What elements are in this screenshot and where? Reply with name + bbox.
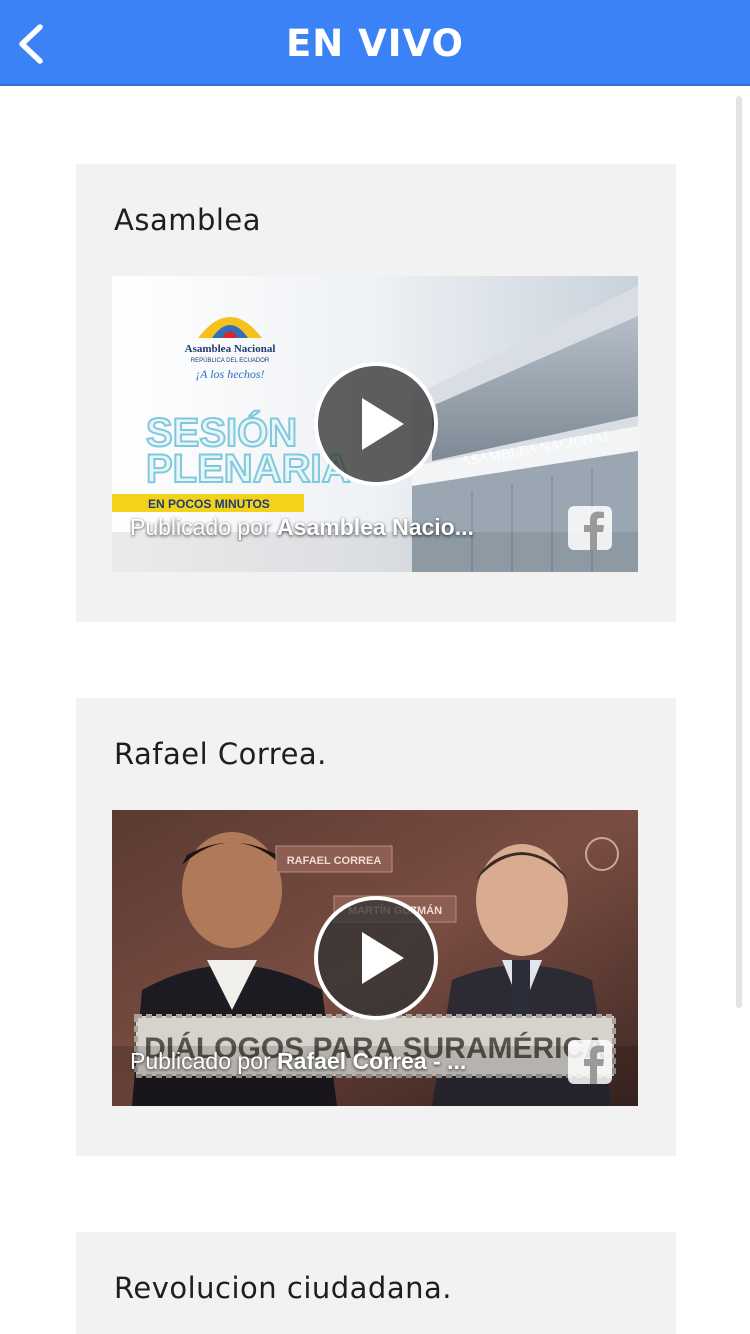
facebook-icon[interactable] <box>566 504 614 552</box>
svg-text:RAFAEL CORREA: RAFAEL CORREA <box>287 855 382 867</box>
card-title: Revolucion ciudadana. <box>114 1271 452 1305</box>
video-player[interactable]: ASAMBLEA NACIONAL Asamblea Nacional REPÚ… <box>112 276 638 572</box>
card-title: Rafael Correa. <box>114 737 327 771</box>
facebook-icon[interactable] <box>566 1038 614 1086</box>
video-caption: Publicado por Rafael Correa - ... <box>130 1046 550 1076</box>
play-icon[interactable] <box>312 894 440 1022</box>
app-screen: EN VIVO Asamblea ASAMBLEA NACIONAL Asamb… <box>0 0 750 1334</box>
svg-text:¡A los hechos!: ¡A los hechos! <box>195 367 264 381</box>
live-card-revolucion-ciudadana: Revolucion ciudadana. <box>76 1232 676 1334</box>
caption-author: Rafael Correa - ... <box>277 1048 467 1074</box>
video-caption: Publicado por Asamblea Nacio... <box>130 512 550 542</box>
svg-text:Asamblea Nacional: Asamblea Nacional <box>185 343 276 355</box>
live-card-rafael-correa: Rafael Correa. RAFAEL CORREA GUZMÁN DIÁL… <box>76 698 676 1156</box>
caption-prefix: Publicado por <box>130 514 271 540</box>
live-card-asamblea: Asamblea ASAMBLEA NACIONAL Asamblea Naci… <box>76 164 676 622</box>
caption-prefix: Publicado por <box>130 1048 271 1074</box>
play-icon[interactable] <box>312 360 440 488</box>
svg-text:REPÚBLICA DEL ECUADOR: REPÚBLICA DEL ECUADOR <box>191 357 270 364</box>
scrollbar[interactable] <box>736 96 742 1008</box>
video-player[interactable]: RAFAEL CORREA MARTÍN GUZMÁN DIÁLOGOS PAR… <box>112 810 638 1106</box>
card-title: Asamblea <box>114 203 262 237</box>
page-title: EN VIVO <box>286 22 464 65</box>
caption-author: Asamblea Nacio... <box>277 514 474 540</box>
svg-text:EN POCOS MINUTOS: EN POCOS MINUTOS <box>148 497 270 511</box>
top-bar: EN VIVO <box>0 0 750 86</box>
